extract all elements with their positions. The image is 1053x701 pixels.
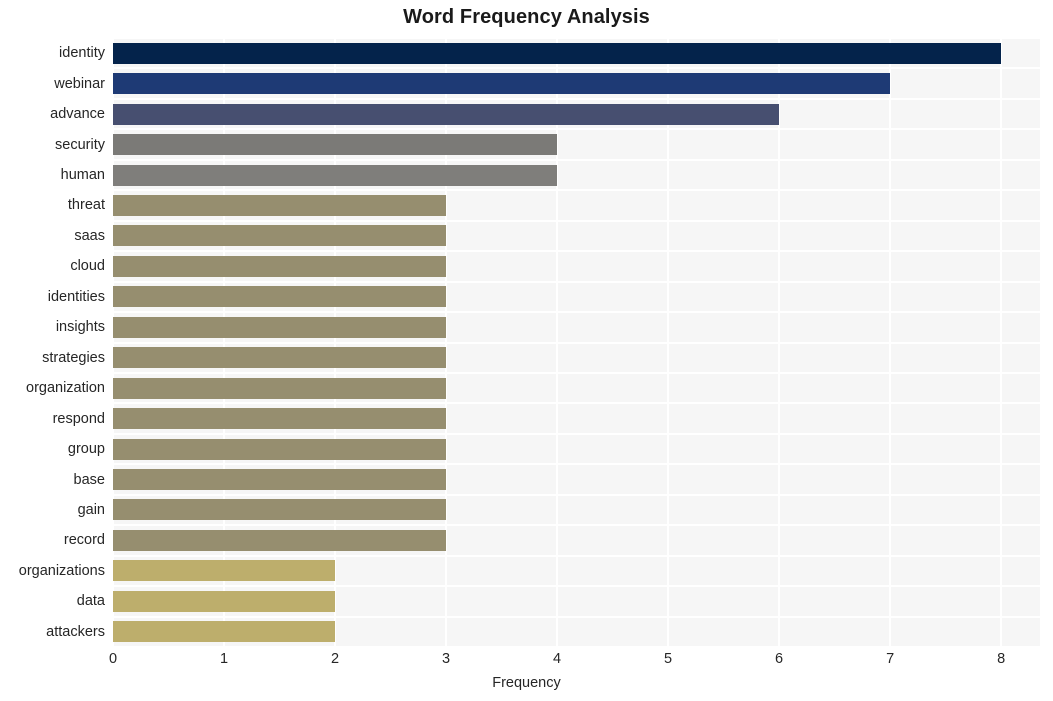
grid-line-horizontal [113,219,1040,222]
bar [113,529,447,551]
grid-line-horizontal [113,38,1040,39]
y-axis-tick-label: organization [26,380,105,397]
grid-line-horizontal [113,615,1040,618]
x-axis-title: Frequency [492,675,561,691]
grid-line-vertical [889,38,892,647]
bar [113,134,558,156]
x-axis-tick-label: 3 [442,651,451,667]
bar [113,316,447,338]
grid-line-horizontal [113,128,1040,131]
grid-line-vertical [778,38,781,647]
bar [113,164,558,186]
bar [113,469,447,491]
x-axis-tick-label: 4 [553,651,562,667]
y-axis-tick-label: record [63,532,105,549]
y-axis-tick-label: base [73,471,105,488]
grid-line-vertical [667,38,670,647]
x-axis-tick-label: 6 [775,651,784,667]
grid-line-horizontal [113,341,1040,344]
bar [113,103,780,125]
y-axis-tick-label: cloud [70,258,105,275]
x-axis-tick-label: 0 [108,651,118,667]
grid-line-horizontal [113,524,1040,527]
word-frequency-chart: Word Frequency Analysis identity webinar a… [0,0,1053,701]
bar [113,194,447,216]
grid-line-horizontal [113,585,1040,588]
x-axis-tick-label: 5 [664,651,673,667]
x-axis-tick-label: 2 [330,651,340,667]
bar [113,286,447,308]
y-axis-tick-label: attackers [46,623,105,640]
grid-line-vertical [223,38,226,647]
grid-line-horizontal [113,432,1040,435]
grid-line-vertical [334,38,337,647]
y-axis-tick-label: strategies [42,349,105,366]
grid-line-vertical [1000,38,1003,647]
x-axis-tick-labels: 0 1 2 3 4 5 6 7 8 [0,651,1053,675]
grid-line-horizontal [113,158,1040,161]
x-axis-tick-label: 1 [219,651,229,667]
grid-line-horizontal [113,311,1040,314]
bar [113,377,447,399]
y-axis-tick-label: human [60,167,105,184]
bar [113,621,336,643]
y-axis-tick-label: identity [59,45,105,62]
y-axis-tick-label: advance [50,106,105,123]
y-axis-tick-label: saas [74,227,105,244]
grid-line-horizontal [113,67,1040,70]
grid-line-horizontal [113,493,1040,496]
grid-line-horizontal [113,554,1040,557]
bar [113,560,336,582]
bar [113,499,447,521]
grid-line-horizontal [113,402,1040,405]
y-axis-tick-label: group [67,441,105,458]
grid-line-vertical [445,38,448,647]
bar [113,73,891,95]
y-axis-tick-label: insights [55,319,105,336]
grid-line-vertical [113,38,114,647]
x-axis-tick-label: 7 [886,651,895,667]
bar [113,42,1002,64]
bar [113,255,447,277]
grid-line-horizontal [113,97,1040,100]
grid-line-vertical [556,38,559,647]
y-axis-tick-label: data [76,593,105,610]
grid-line-horizontal [113,189,1040,192]
bar [113,347,447,369]
y-axis-tick-labels: identity webinar advance security human threa… [0,38,105,647]
y-axis-tick-label: organizations [18,562,105,579]
bar [113,408,447,430]
grid-line-horizontal [113,250,1040,253]
y-axis-tick-label: threat [67,197,105,214]
y-axis-tick-label: respond [52,410,105,427]
plot-area [113,38,1040,647]
x-axis-tick-label: 8 [997,651,1006,667]
bar [113,225,447,247]
y-axis-tick-label: gain [77,501,105,518]
grid-line-horizontal [113,463,1040,466]
grid-line-horizontal [113,280,1040,283]
chart-title: Word Frequency Analysis [403,6,650,28]
grid-line-horizontal [113,371,1040,374]
y-axis-tick-label: identities [47,288,105,305]
bar [113,590,336,612]
grid-line-horizontal [113,646,1040,647]
bar [113,438,447,460]
y-axis-tick-label: webinar [54,75,105,92]
y-axis-tick-label: security [55,136,105,153]
